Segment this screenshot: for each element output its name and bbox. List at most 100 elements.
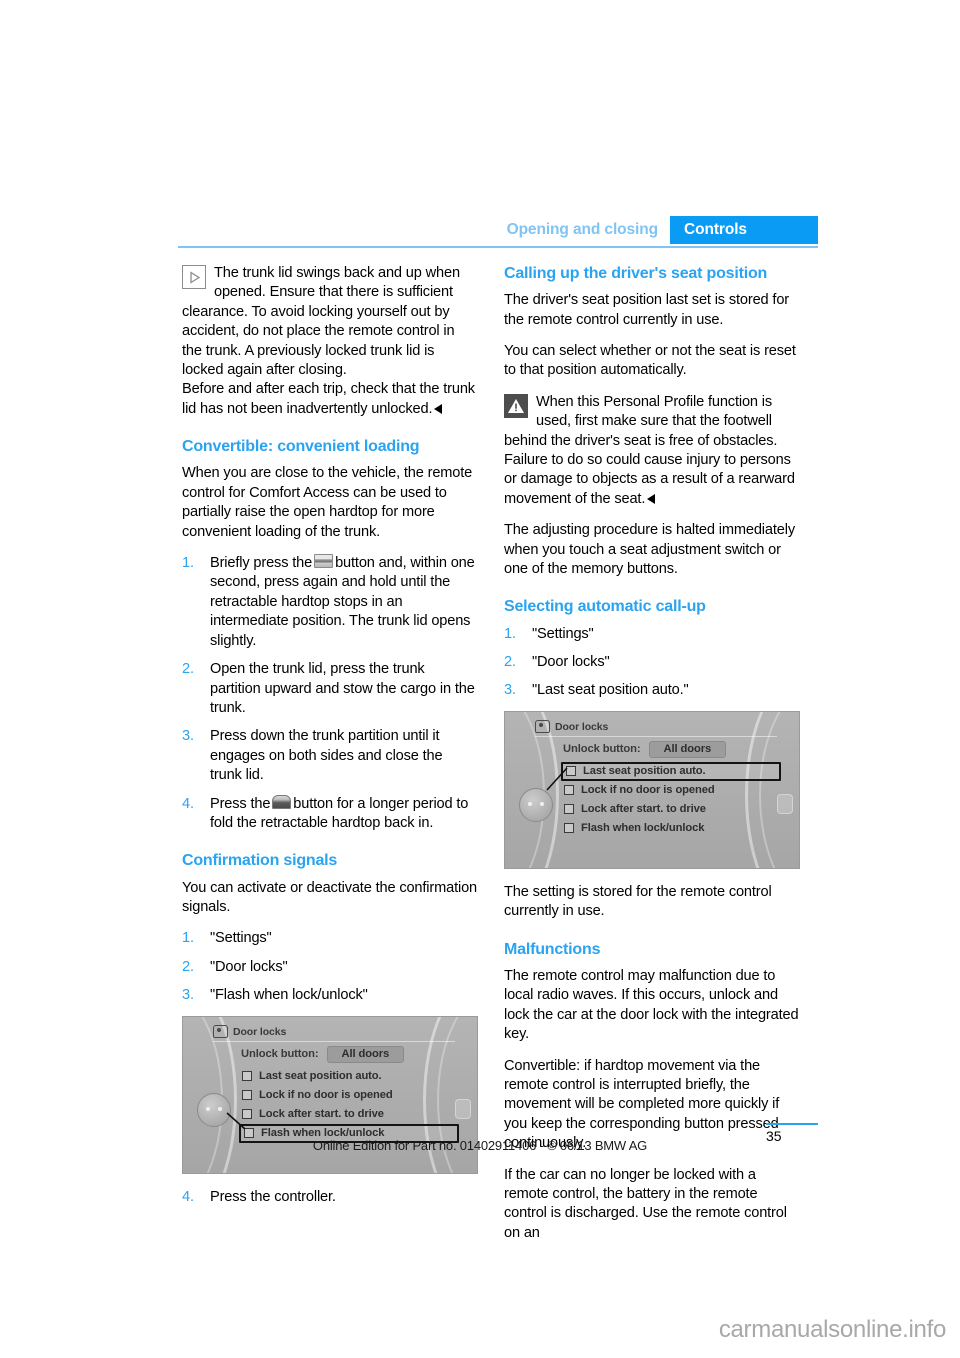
checkbox-icon	[564, 785, 574, 796]
paragraph-seat-reset-select: You can select whether or not the seat i…	[504, 343, 796, 379]
idrive-unlock-label: Unlock button:	[241, 1048, 319, 1061]
checkbox-icon	[242, 1090, 252, 1101]
idrive-row-flash-when-lock-unlock: Flash when lock/unlock	[563, 819, 781, 838]
step-number: 1.	[182, 555, 194, 572]
idrive-row-lock-if-no-door: Lock if no door is opened	[241, 1086, 459, 1105]
idrive-row-lock-after-start: Lock after start. to drive	[563, 800, 781, 819]
heading-confirmation-signals: Confirmation signals	[182, 852, 338, 870]
page-header: Opening and closing Controls	[178, 216, 818, 248]
idrive-titlebar: Door locks	[213, 1023, 455, 1042]
list-item: 1. "Settings"	[504, 625, 800, 644]
heading-selecting-automatic-callup: Selecting automatic call-up	[504, 598, 706, 616]
idrive-controller-knob	[197, 1092, 231, 1127]
step-text: "Settings"	[532, 625, 594, 642]
page-number-rule	[766, 1123, 818, 1125]
step-text: "Door locks"	[210, 958, 288, 975]
triangle-play-icon	[182, 265, 206, 289]
steps-press-controller: 4. Press the controller.	[182, 1188, 478, 1207]
step-text: "Flash when lock/unlock"	[210, 987, 368, 1004]
heading-convertible-loading: Convertible: convenient loading	[182, 438, 420, 456]
personal-profile-warning: When this Personal Profile function is u…	[504, 393, 800, 509]
end-mark-icon	[647, 493, 656, 504]
list-item: 3. "Flash when lock/unlock"	[182, 986, 478, 1005]
list-item: 3. Press down the trunk partition until i…	[182, 727, 478, 785]
steps-selecting-automatic-callup: 1. "Settings" 2. "Door locks" 3. "Last seat…	[504, 625, 800, 701]
paragraph-malfunction-radio-waves: The remote control may malfunction due t…	[504, 967, 799, 1043]
paragraph-setting-stored: The setting is stored for the remote con…	[504, 883, 772, 920]
knob-body	[519, 787, 553, 822]
step-text-a: Press the	[210, 795, 271, 812]
step-text-a: Press down the trunk partition until it …	[210, 728, 443, 784]
idrive-unlock-value: All doors	[648, 740, 727, 758]
checkbox-icon	[564, 823, 574, 834]
idrive-row-lock-after-start: Lock after start. to drive	[241, 1105, 459, 1124]
list-item: 4. Press the button for a longer period to…	[182, 794, 478, 834]
steps-convertible-loading: 1. Briefly press the button and, within on…	[182, 554, 478, 833]
warning-triangle-icon	[504, 393, 528, 418]
step-number: 4.	[182, 1188, 194, 1205]
checkbox-icon	[566, 766, 576, 777]
checkbox-icon	[564, 804, 574, 815]
step-number: 2.	[182, 958, 194, 975]
paragraph-seat-position-stored: The driver's seat position last set is s…	[504, 292, 790, 328]
idrive-titlebar: Door locks	[535, 718, 777, 737]
step-text: "Last seat position auto."	[532, 682, 689, 699]
checkbox-icon	[242, 1071, 252, 1082]
knob-dot-left	[206, 1106, 210, 1111]
idrive-menu-rows: Unlock button: All doors Last seat posit…	[239, 1045, 459, 1143]
step-number: 3.	[182, 728, 194, 745]
site-watermark: carmanualsonline.info	[718, 1316, 946, 1343]
idrive-row-last-seat-position: Last seat position auto.	[561, 761, 781, 781]
idrive-right-button	[455, 1098, 471, 1119]
idrive-unlock-button-row: Unlock button: All doors	[563, 740, 781, 759]
idrive-menu-rows: Unlock button: All doors Last seat posit…	[561, 740, 781, 838]
end-mark-icon	[434, 403, 443, 414]
paragraph-adjusting-halted: The adjusting procedure is halted immedi…	[504, 522, 795, 578]
door-locks-icon	[213, 1025, 228, 1039]
header-section-label: Controls	[670, 216, 818, 244]
knob-dot-right	[218, 1106, 222, 1111]
idrive-row-lock-if-no-door: Lock if no door is opened	[563, 781, 781, 800]
list-item: 2. "Door locks"	[504, 653, 800, 672]
knob-dot-left	[528, 801, 532, 806]
list-item: 3. "Last seat position auto."	[504, 681, 800, 700]
list-item: 1. "Settings"	[182, 929, 478, 948]
checkbox-icon	[244, 1128, 254, 1139]
header-chapter-label: Opening and closing	[506, 221, 658, 238]
idrive-unlock-label: Unlock button:	[563, 743, 641, 756]
left-column: The trunk lid swings back and up when op…	[182, 264, 478, 1217]
idrive-title: Door locks	[555, 720, 609, 733]
step-text: "Door locks"	[532, 654, 610, 671]
step-text-a: Briefly press the	[210, 555, 313, 572]
idrive-screenshot-door-locks-last-seat: Door locks Unlock button: All doors Last…	[504, 710, 800, 869]
trunk-lid-note-text: The trunk lid swings back and up when op…	[182, 265, 460, 379]
idrive-row-label: Flash when lock/unlock	[581, 822, 705, 835]
list-item: 4. Press the controller.	[182, 1188, 478, 1207]
header-divider	[178, 246, 818, 248]
knob-dot-right	[540, 801, 544, 806]
idrive-row-label: Last seat position auto.	[259, 1070, 382, 1083]
step-number: 1.	[504, 625, 516, 642]
personal-profile-warning-text: When this Personal Profile function is u…	[504, 393, 795, 507]
step-text-a: Open the trunk lid, press the trunk part…	[210, 661, 475, 716]
idrive-right-button	[777, 793, 793, 814]
step-text: Press the controller.	[210, 1188, 336, 1205]
idrive-row-label: Lock after start. to drive	[259, 1108, 384, 1121]
list-item: 2. Open the trunk lid, press the trunk pa…	[182, 660, 478, 718]
paragraph-confirmation-signals: You can activate or deactivate the confi…	[182, 879, 478, 915]
paragraph-convertible-loading: When you are close to the vehicle, the r…	[182, 465, 473, 540]
trunk-lid-note: The trunk lid swings back and up when op…	[182, 264, 478, 419]
idrive-row-label: Lock after start. to drive	[581, 803, 706, 816]
header-tabs: Opening and closing Controls	[507, 216, 818, 244]
knob-body	[197, 1092, 231, 1127]
step-number: 2.	[504, 654, 516, 671]
idrive-controller-knob	[519, 787, 553, 822]
trunk-lid-note-text2: Before and after each trip, check that t…	[182, 381, 475, 417]
list-item: 2. "Door locks"	[182, 958, 478, 977]
steps-confirmation-signals: 1. "Settings" 2. "Door locks" 3. "Flash whe…	[182, 929, 478, 1005]
step-number: 3.	[504, 682, 516, 699]
list-item: 1. Briefly press the button and, within on…	[182, 554, 478, 651]
idrive-row-label: Lock if no door is opened	[581, 784, 715, 797]
idrive-unlock-button-row: Unlock button: All doors	[241, 1045, 459, 1064]
step-number: 1.	[182, 930, 194, 947]
